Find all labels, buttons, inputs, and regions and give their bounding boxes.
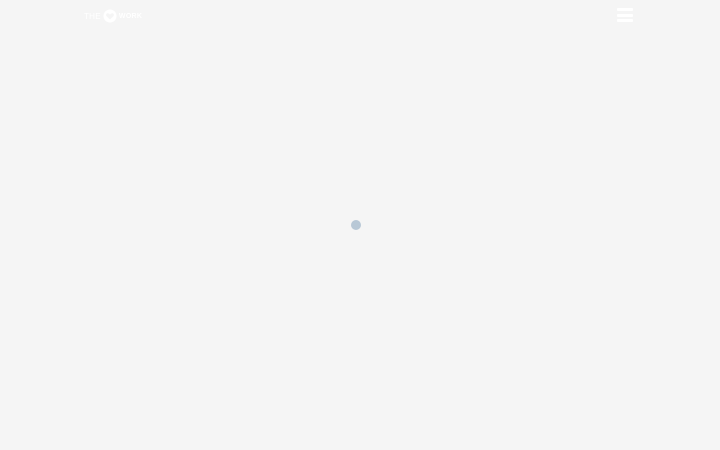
site-logo[interactable]: THE WORK: [84, 8, 142, 24]
hamburger-menu-icon[interactable]: [617, 8, 633, 22]
logo-text-left: THE: [84, 11, 101, 21]
heart-logo-icon: [103, 9, 117, 23]
menu-bar-top: [617, 8, 633, 11]
loading-spinner-icon: [351, 220, 361, 230]
page: THE WORK: [0, 0, 720, 450]
menu-bar-bottom: [617, 19, 633, 22]
logo-text-right: WORK: [118, 12, 143, 20]
site-header: THE WORK: [0, 0, 720, 32]
menu-bar-middle: [617, 13, 633, 17]
